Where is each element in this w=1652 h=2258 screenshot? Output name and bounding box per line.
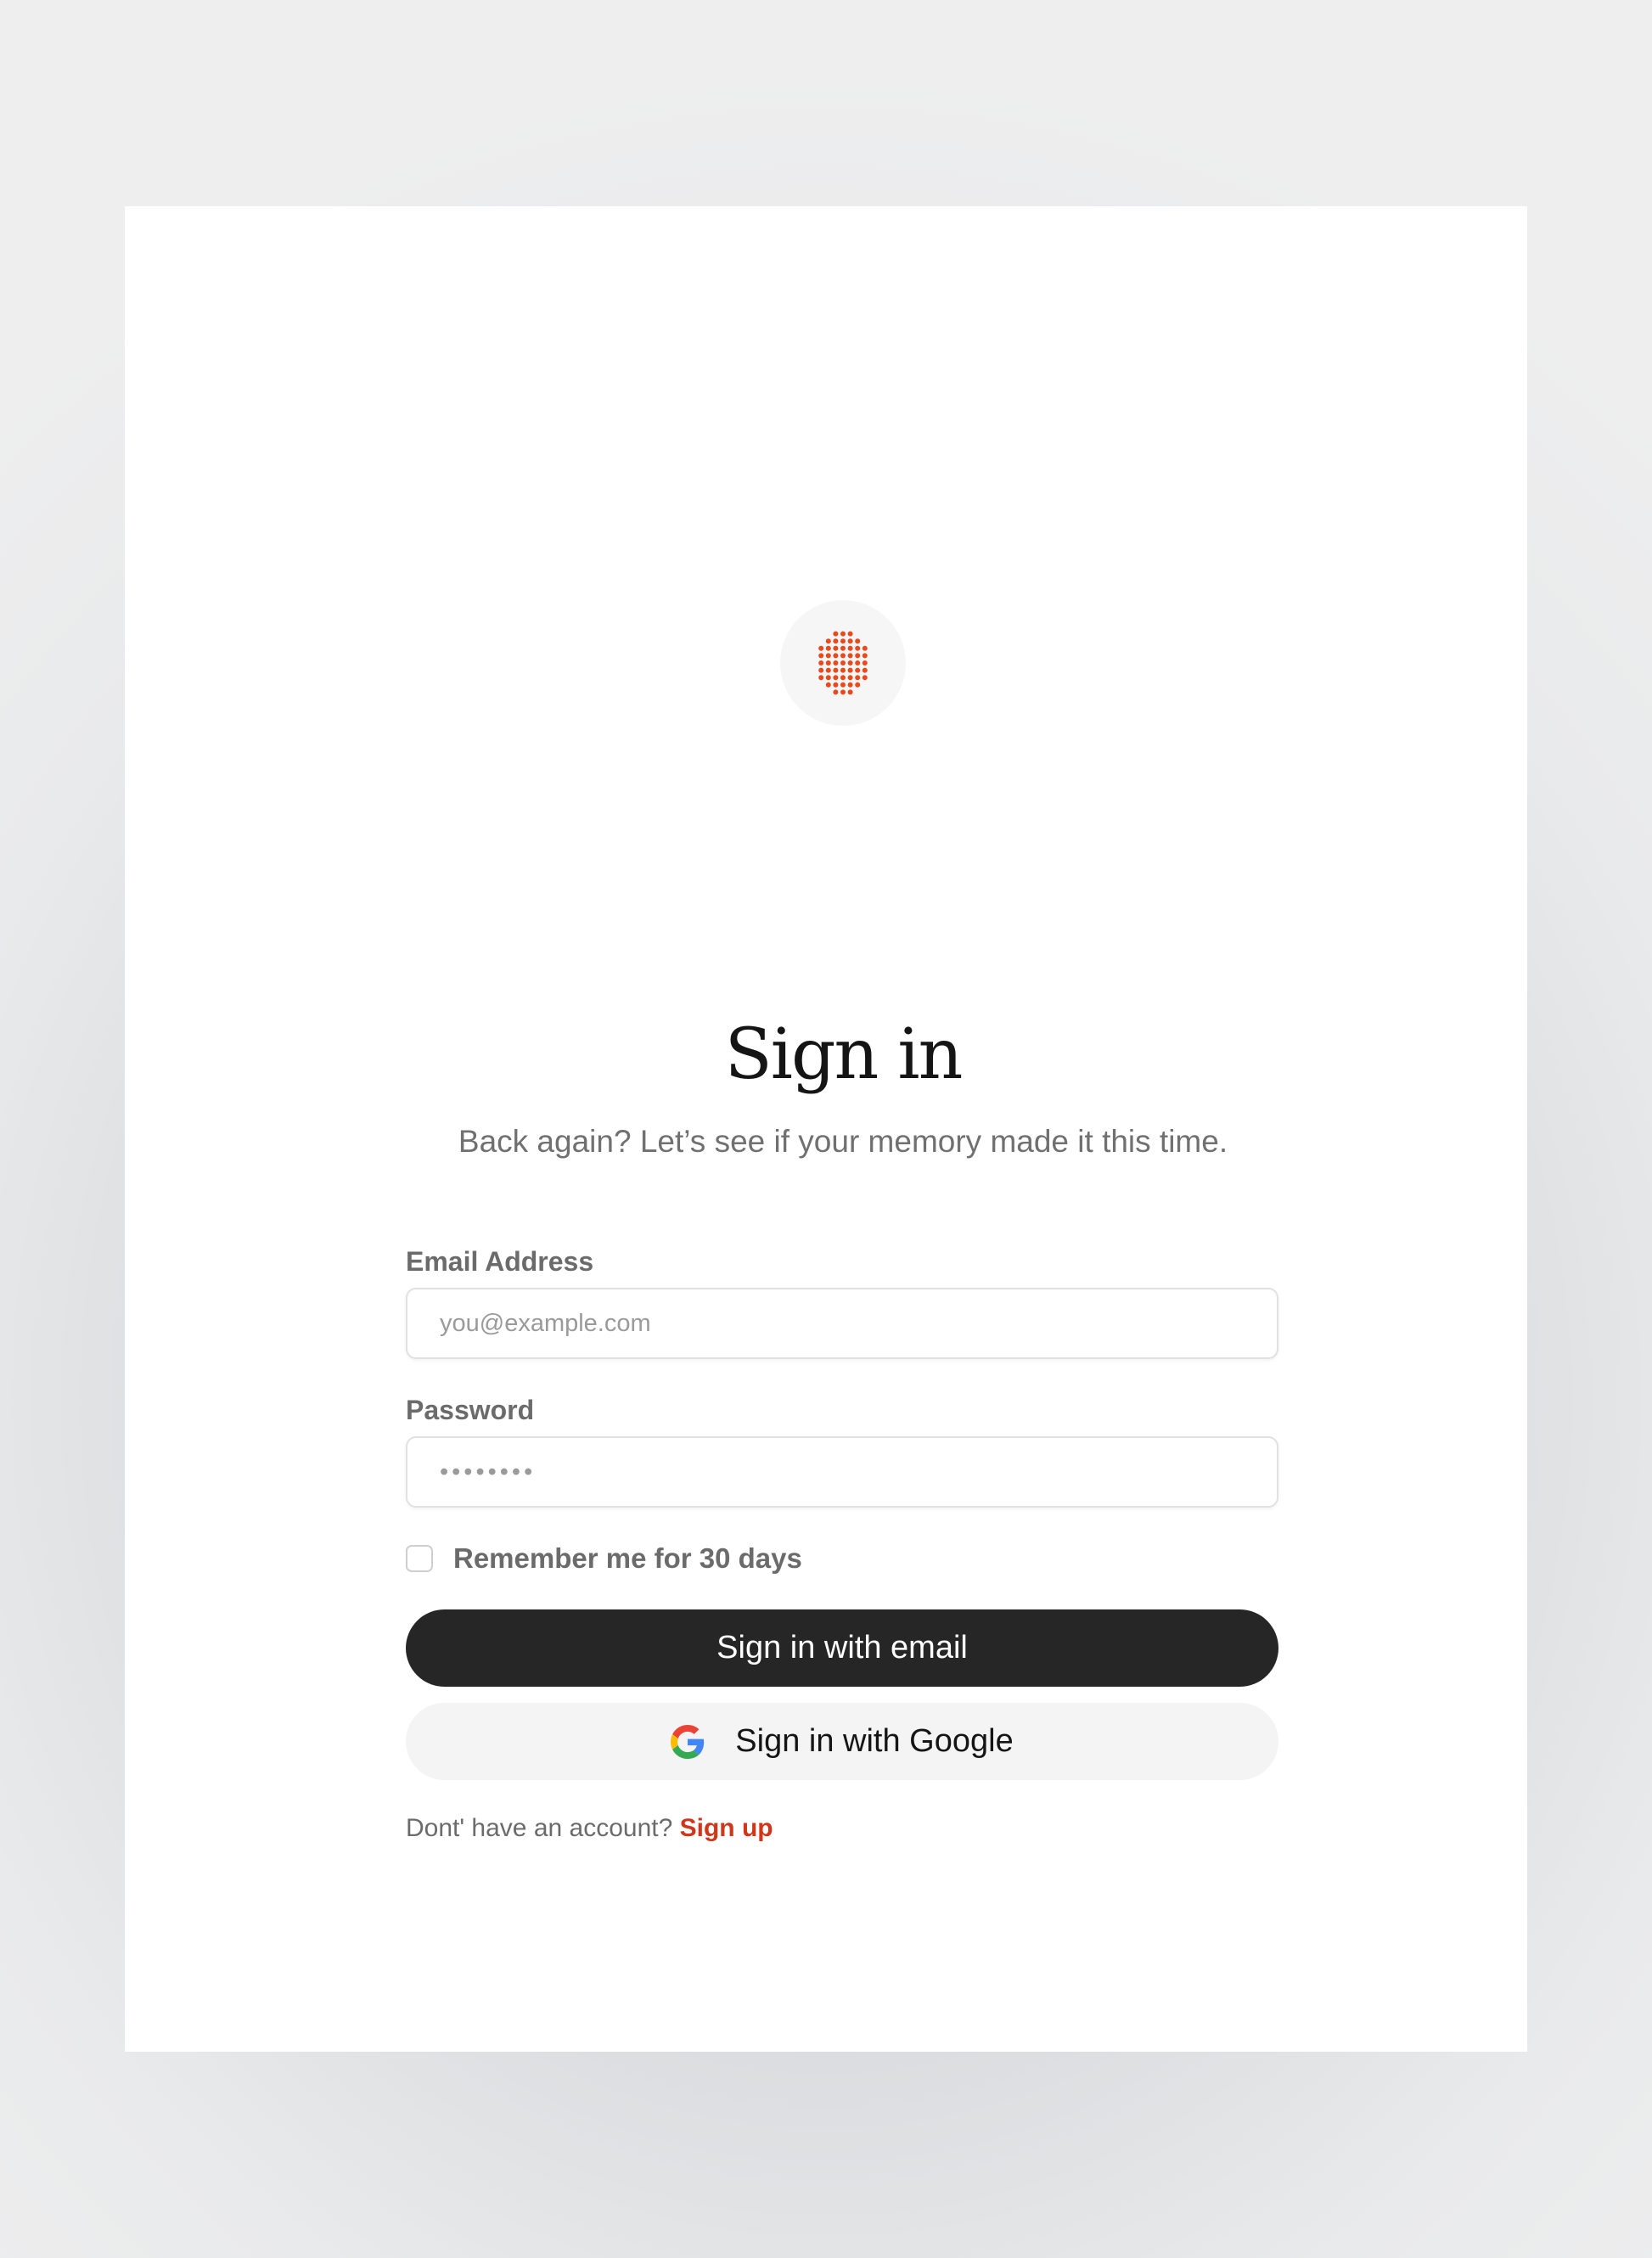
- email-input[interactable]: [407, 1289, 1277, 1357]
- logo-dot: [825, 682, 831, 688]
- logo-dot: [840, 631, 846, 637]
- page-title: Sign in: [724, 1014, 964, 1095]
- logo-dot: [847, 631, 853, 637]
- logo-dot: [833, 667, 839, 673]
- logo-dot: [833, 660, 839, 666]
- email-field[interactable]: [406, 1288, 1278, 1359]
- logo-dot: [847, 638, 853, 644]
- logo-dot: [855, 638, 861, 644]
- logo-dot: [833, 689, 839, 695]
- remember-me-label[interactable]: Remember me for 30 days: [453, 1542, 802, 1575]
- logo-dot: [818, 675, 824, 681]
- logo-dot: [855, 660, 861, 666]
- logo-dot: [840, 689, 846, 695]
- signup-prompt: Dont' have an account? Sign up: [406, 1814, 773, 1843]
- logo-dot: [862, 660, 868, 666]
- sign-in-google-label: Sign in with Google: [735, 1723, 1014, 1759]
- logo-dot: [818, 667, 824, 673]
- logo-dot: [833, 675, 839, 681]
- logo-dot: [833, 631, 839, 637]
- logo-dot: [825, 638, 831, 644]
- logo-dot: [825, 675, 831, 681]
- logo-dot: [833, 653, 839, 659]
- logo-dot: [840, 653, 846, 659]
- logo-dot: [818, 645, 824, 651]
- logo-dot: [840, 667, 846, 673]
- logo-dot: [833, 638, 839, 644]
- logo-dot: [855, 645, 861, 651]
- dot-grid-logo-icon: [818, 631, 868, 695]
- logo-dot: [818, 653, 824, 659]
- logo-dot: [855, 667, 861, 673]
- logo-dot: [833, 645, 839, 651]
- logo-dot: [825, 667, 831, 673]
- logo-dot: [825, 660, 831, 666]
- logo-dot: [855, 682, 861, 688]
- remember-me-row[interactable]: Remember me for 30 days: [406, 1542, 802, 1576]
- logo-dot: [847, 682, 853, 688]
- sign-up-link[interactable]: Sign up: [680, 1814, 773, 1842]
- logo-dot: [847, 667, 853, 673]
- google-icon: [671, 1724, 705, 1759]
- logo-dot: [840, 638, 846, 644]
- logo-dot: [847, 675, 853, 681]
- logo-badge: [780, 600, 906, 726]
- logo-dot: [840, 645, 846, 651]
- logo-dot: [840, 682, 846, 688]
- remember-me-checkbox[interactable]: [406, 1545, 433, 1572]
- page-title-box: Sign in: [406, 1020, 1280, 1105]
- logo-dot: [847, 653, 853, 659]
- logo-dot: [862, 675, 868, 681]
- logo-dot: [847, 645, 853, 651]
- password-field[interactable]: [406, 1436, 1278, 1508]
- email-label: Email Address: [406, 1246, 594, 1277]
- sign-in-email-label: Sign in with email: [716, 1630, 968, 1665]
- logo-dot: [840, 675, 846, 681]
- logo-dot: [825, 645, 831, 651]
- logo-dot: [847, 689, 853, 695]
- logo-dot: [862, 667, 868, 673]
- sign-in-google-button[interactable]: Sign in with Google: [406, 1703, 1278, 1780]
- logo-dot: [862, 653, 868, 659]
- page-subtitle: Back again? Let’s see if your memory mad…: [458, 1124, 1228, 1159]
- sign-in-email-button[interactable]: Sign in with email: [406, 1609, 1278, 1687]
- logo-dot: [840, 660, 846, 666]
- signup-prompt-text: Dont' have an account?: [406, 1814, 673, 1842]
- logo-dot: [833, 682, 839, 688]
- logo-dot: [825, 653, 831, 659]
- password-label: Password: [406, 1395, 535, 1425]
- logo-dot: [862, 645, 868, 651]
- logo-dot: [818, 660, 824, 666]
- logo-dot: [855, 675, 861, 681]
- sign-in-card: Sign in Back again? Let’s see if your me…: [125, 206, 1527, 2052]
- logo-dot: [855, 653, 861, 659]
- logo-dot: [847, 660, 853, 666]
- password-input[interactable]: [407, 1438, 1277, 1506]
